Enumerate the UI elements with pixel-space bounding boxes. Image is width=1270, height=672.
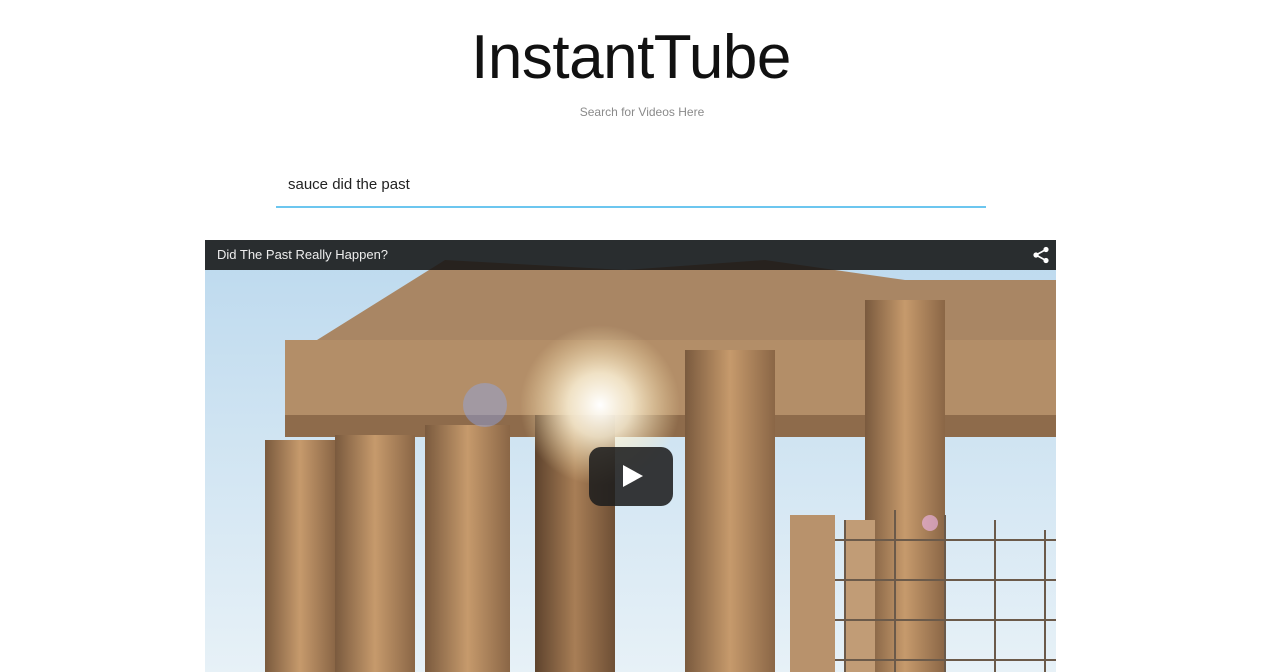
- share-icon[interactable]: [1032, 246, 1050, 264]
- search-input[interactable]: [276, 166, 988, 202]
- search-field: [276, 166, 988, 208]
- app-subtitle: Search for Videos Here: [579, 105, 705, 119]
- video-player[interactable]: Did The Past Really Happen?: [205, 240, 1056, 672]
- app-title: InstantTube: [471, 23, 791, 92]
- play-button[interactable]: [589, 447, 673, 506]
- video-title[interactable]: Did The Past Really Happen?: [217, 247, 388, 262]
- page: InstantTube Search for Videos Here sauce…: [0, 0, 1270, 672]
- player-title-bar: Did The Past Really Happen?: [205, 240, 1056, 270]
- play-button-icon: [623, 465, 643, 487]
